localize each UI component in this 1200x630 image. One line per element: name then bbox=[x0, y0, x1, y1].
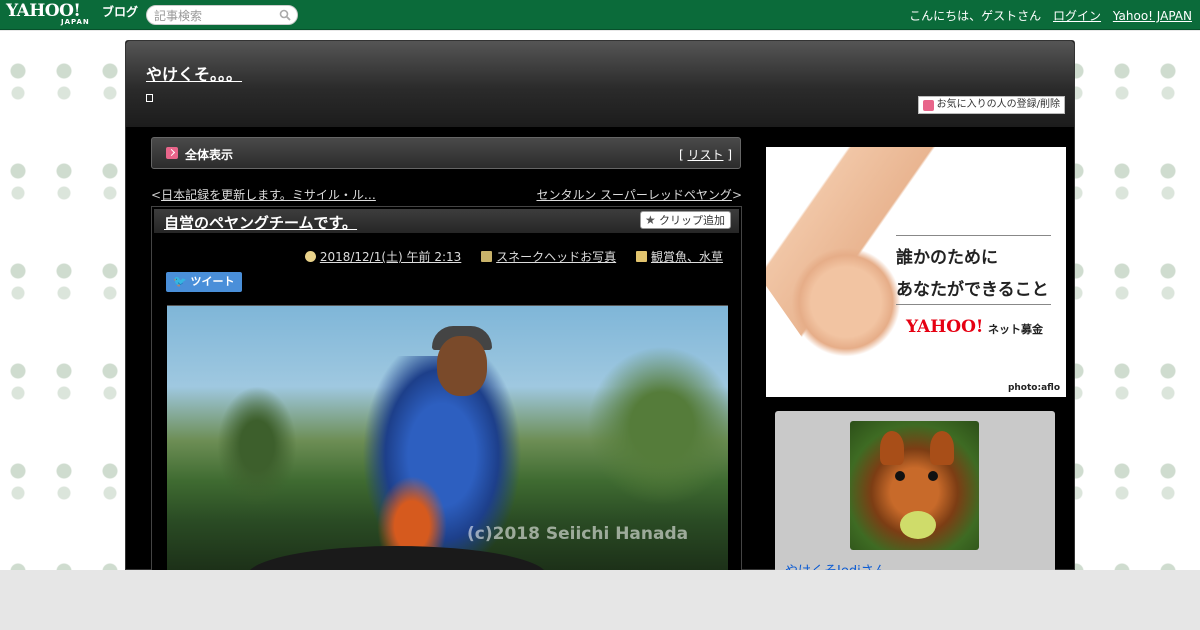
ad-net-donation-label: ネット募金 bbox=[988, 323, 1043, 336]
top-bar: YAHOO! JAPAN ブログ こんにちは、ゲストさん ログイン Yahoo!… bbox=[0, 0, 1200, 30]
ad-headline-2: あなたができること bbox=[896, 280, 1049, 300]
search-icon[interactable] bbox=[279, 9, 291, 21]
chevron-right-icon bbox=[166, 147, 178, 159]
photo-tree bbox=[217, 386, 297, 506]
logo-blog: ブログ bbox=[102, 5, 139, 19]
prev-article: <日本記録を更新します。ミサイル・ル… bbox=[151, 186, 376, 203]
next-article-link[interactable]: センタルン スーパーレッドペヤング bbox=[536, 188, 731, 202]
yahoo-blog-logo[interactable]: YAHOO! JAPAN ブログ bbox=[6, 3, 141, 29]
ad-divider bbox=[896, 235, 1051, 236]
twitter-bird-icon: 🐦 bbox=[173, 275, 187, 288]
squirrel-ear bbox=[930, 431, 954, 465]
article-photo[interactable]: (c)2018 Seiichi Hanada bbox=[167, 305, 728, 575]
search-box bbox=[146, 5, 298, 25]
heart-icon bbox=[922, 100, 934, 111]
article-nav-bar: 全体表示 [ リスト ] bbox=[151, 137, 741, 169]
blog-header: やけくそ。。。 お気に入りの人の登録/削除 bbox=[126, 41, 1074, 127]
list-link[interactable]: リスト bbox=[687, 148, 723, 162]
next-article: センタルン スーパーレッドペヤング> bbox=[536, 186, 742, 203]
prev-article-link[interactable]: 日本記録を更新します。ミサイル・ル… bbox=[161, 188, 376, 202]
article-meta: 2018/12/1(土) 午前 2:13 スネークヘッドお写真 観賞魚、水草 bbox=[289, 248, 723, 265]
article: 自営のペヤングチームです。 ★ クリップ追加 2018/12/1(土) 午前 2… bbox=[151, 206, 742, 576]
squirrel-eye bbox=[928, 471, 938, 481]
greeting-text: こんにちは、ゲストさん bbox=[909, 9, 1042, 23]
article-title[interactable]: 自営のペヤングチームです。 bbox=[164, 212, 357, 233]
charity-ad-banner[interactable]: 誰かのために あなたができること YAHOO! ネット募金 photo:aflo bbox=[766, 147, 1066, 397]
folder-icon bbox=[635, 251, 647, 262]
clip-button-label: クリップ追加 bbox=[659, 214, 725, 227]
profile-box: やけくそJediさん bbox=[775, 411, 1055, 591]
article-header: 自営のペヤングチームです。 ★ クリップ追加 bbox=[154, 209, 739, 233]
list-view-toggle: [ リスト ] bbox=[679, 146, 732, 163]
view-all-title: 全体表示 bbox=[185, 148, 234, 162]
book-category-link[interactable]: スネークヘッドお写真 bbox=[496, 250, 616, 264]
ad-yahoo-logo: YAHOO! bbox=[906, 317, 984, 337]
clip-add-button[interactable]: ★ クリップ追加 bbox=[640, 211, 731, 229]
article-date-link[interactable]: 2018/12/1(土) 午前 2:13 bbox=[320, 250, 461, 264]
ad-photo-credit: photo:aflo bbox=[1007, 383, 1060, 393]
clock-icon bbox=[304, 251, 316, 262]
blog-description-icon bbox=[146, 94, 153, 102]
bottom-area bbox=[0, 570, 1200, 630]
prev-next-nav: <日本記録を更新します。ミサイル・ル… センタルン スーパーレッドペヤング> bbox=[151, 186, 742, 202]
avatar[interactable] bbox=[850, 421, 979, 550]
blog-title[interactable]: やけくそ。。。 bbox=[146, 61, 242, 85]
photo-tree bbox=[587, 346, 728, 506]
prev-arrow: < bbox=[151, 188, 162, 202]
user-nav: こんにちは、ゲストさん ログイン Yahoo! JAPAN bbox=[909, 7, 1192, 24]
ad-hand-image bbox=[791, 247, 901, 357]
squirrel-eye bbox=[895, 471, 905, 481]
star-icon: ★ bbox=[645, 213, 656, 227]
tweet-button-label: ツイート bbox=[190, 275, 235, 288]
yahoo-japan-link[interactable]: Yahoo! JAPAN bbox=[1113, 9, 1192, 23]
blog-panel: やけくそ。。。 お気に入りの人の登録/削除 全体表示 [ リスト ] <日本記録… bbox=[125, 40, 1075, 591]
ad-headline-1: 誰かのために bbox=[896, 248, 998, 268]
bracket-close: ] bbox=[727, 148, 732, 162]
favorite-register-button[interactable]: お気に入りの人の登録/削除 bbox=[917, 96, 1065, 114]
ad-divider bbox=[896, 304, 1051, 305]
next-arrow: > bbox=[731, 188, 742, 202]
squirrel-ear bbox=[880, 431, 904, 465]
tweet-button[interactable]: 🐦 ツイート bbox=[166, 272, 242, 292]
favorite-button-label: お気に入りの人の登録/削除 bbox=[936, 99, 1060, 110]
folder-category-link[interactable]: 観賞魚、水草 bbox=[651, 250, 723, 264]
logo-sub: JAPAN bbox=[61, 18, 90, 26]
bracket-open: [ bbox=[678, 148, 684, 162]
photo-face bbox=[437, 336, 487, 396]
squirrel-nut bbox=[900, 511, 936, 539]
photo-watermark: (c)2018 Seiichi Hanada bbox=[467, 524, 689, 544]
search-input[interactable] bbox=[154, 8, 274, 23]
book-icon bbox=[481, 251, 493, 262]
login-link[interactable]: ログイン bbox=[1053, 9, 1101, 23]
